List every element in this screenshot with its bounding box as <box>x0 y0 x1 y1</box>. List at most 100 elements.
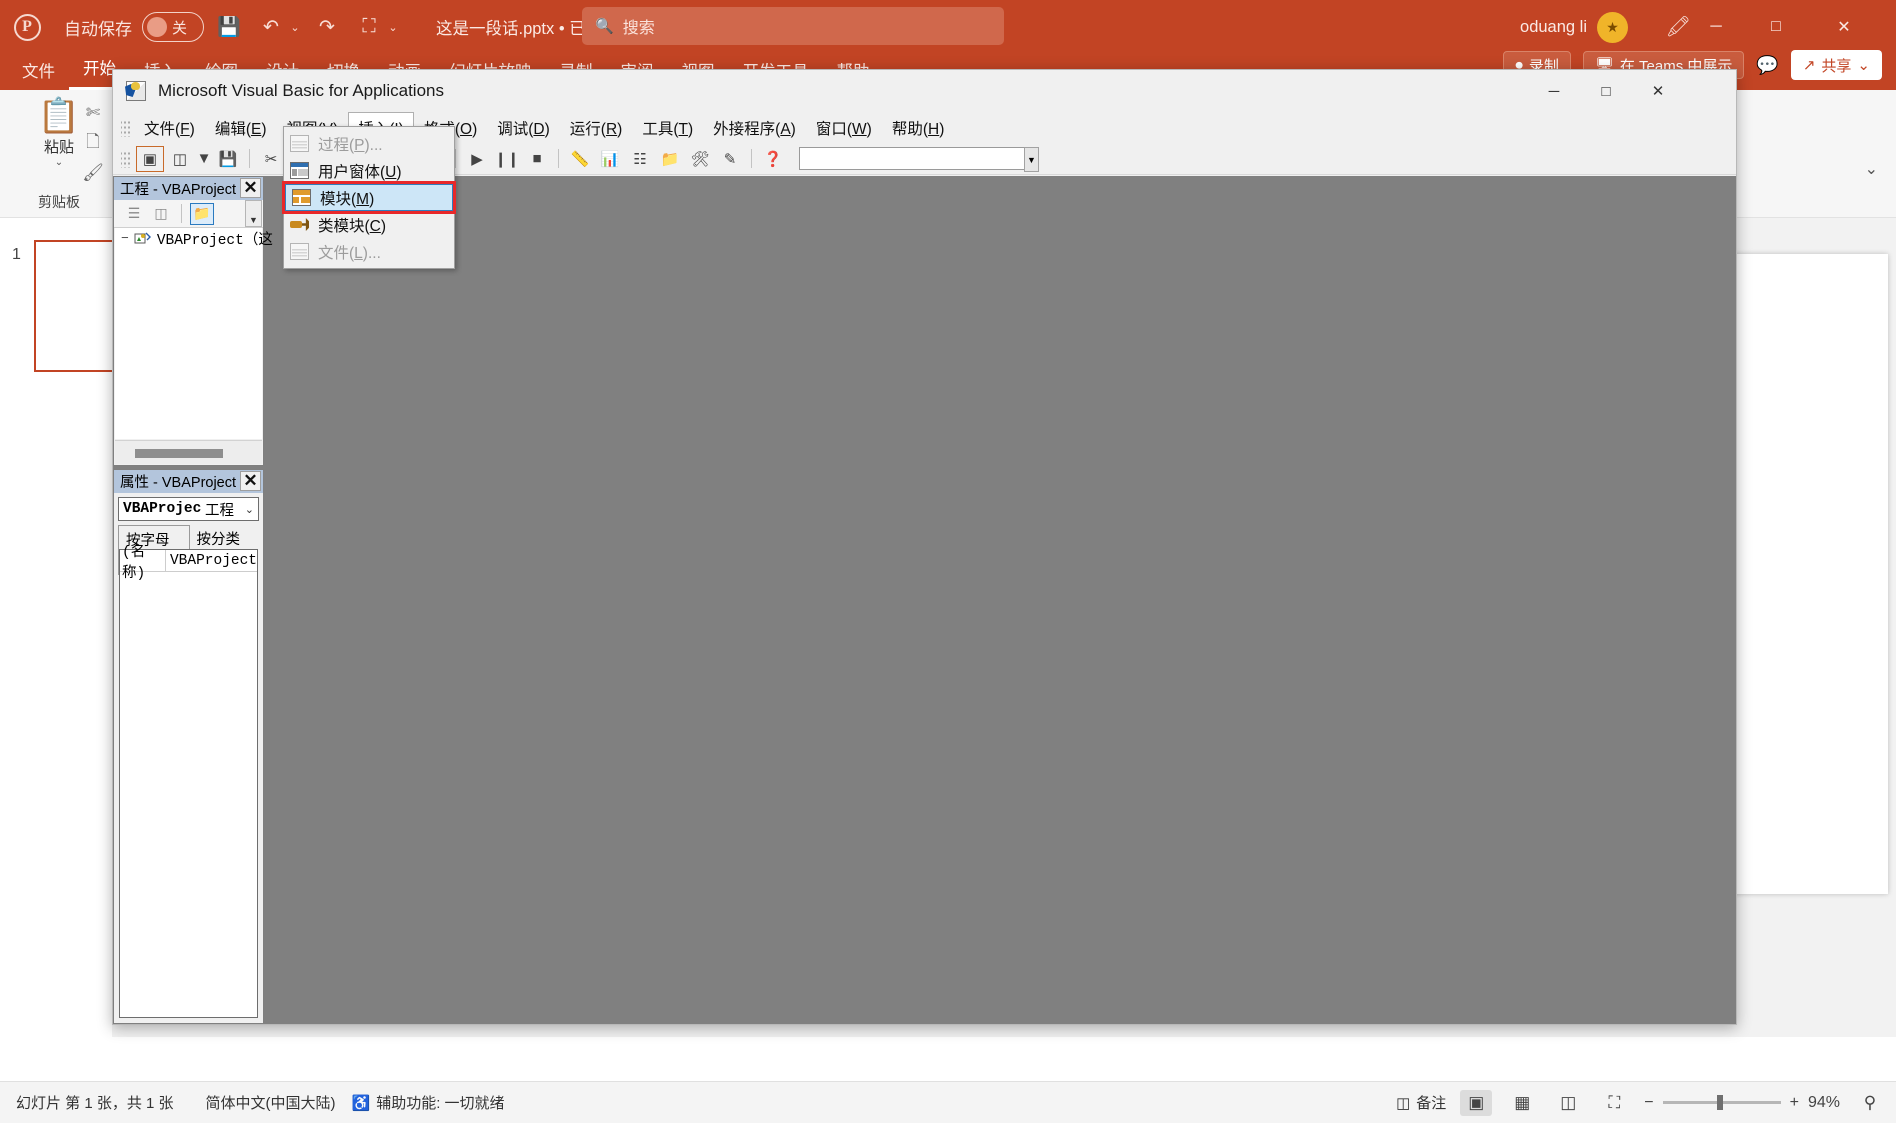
normal-view-icon[interactable]: ▣ <box>1460 1089 1493 1116</box>
digital-signature-icon[interactable]: ✎ <box>716 146 744 172</box>
copy-icon[interactable]: 🗋 <box>78 128 108 158</box>
notes-icon: ◫ <box>1396 1094 1411 1112</box>
powerpoint-maximize-button[interactable]: □ <box>1746 0 1806 54</box>
language-label[interactable]: 简体中文(中国大陆) <box>206 1092 336 1113</box>
view-object-icon[interactable]: ◫ <box>149 203 173 225</box>
properties-pane-title-bar[interactable]: 属性 - VBAProject ✕ <box>114 470 263 493</box>
run-icon[interactable]: ▶ <box>463 146 491 172</box>
share-button[interactable]: ↗ 共享 ⌄ <box>1790 50 1882 80</box>
toolbox-icon[interactable]: 🛠 <box>686 146 714 172</box>
insert-menu-item-2[interactable]: 模块(M) <box>282 181 456 214</box>
property-value[interactable]: VBAProject <box>166 550 257 571</box>
properties-window-icon[interactable]: ☷ <box>626 146 654 172</box>
project-tree-horizontal-scrollbar[interactable] <box>115 440 262 464</box>
help-icon[interactable]: ❓ <box>759 146 787 172</box>
zoom-slider[interactable] <box>1662 1095 1781 1110</box>
chevron-down-icon[interactable]: ⌄ <box>245 503 254 516</box>
vba-menu-6[interactable]: 运行(R) <box>560 112 633 144</box>
vba-mdi-client-area[interactable]: 工程 - VBAProject ✕ ☰ ◫ 📁 ▼ − VBAProject（这… <box>113 176 1736 1024</box>
user-name: oduang li <box>1520 18 1587 36</box>
insert-menu-item-label: 模块(M) <box>320 190 375 208</box>
save-icon[interactable]: 💾 <box>212 10 246 44</box>
start-presentation-icon[interactable]: ⛶ <box>352 10 386 44</box>
project-pane-title-bar[interactable]: 工程 - VBAProject ✕ <box>114 177 263 200</box>
customize-toolbar-caret[interactable]: ⌄ <box>386 21 400 34</box>
vba-menu-0[interactable]: 文件(F) <box>134 112 205 144</box>
scrollbar-thumb[interactable] <box>135 449 223 458</box>
search-placeholder: 搜索 <box>622 20 655 37</box>
tree-expander[interactable]: − <box>121 231 129 246</box>
search-box[interactable]: 🔍 搜索 <box>582 7 1004 45</box>
vba-maximize-button[interactable]: □ <box>1580 70 1632 112</box>
account-area[interactable]: oduang li ★ <box>1520 12 1628 43</box>
undo-icon[interactable]: ↶ <box>254 10 288 44</box>
project-tree[interactable]: − VBAProject（这 <box>115 228 273 439</box>
undo-dropdown-caret[interactable]: ⌄ <box>288 21 302 34</box>
properties-object-combo[interactable]: VBAProject 工程 ⌄ <box>118 497 259 521</box>
tree-item-vbaproject[interactable]: − VBAProject（这 <box>115 228 273 249</box>
toolbar-separator <box>455 149 456 168</box>
design-mode-icon[interactable]: 📏 <box>566 146 594 172</box>
vba-menu-10[interactable]: 帮助(H) <box>882 112 955 144</box>
position-indicator[interactable]: ▼ <box>799 147 1039 172</box>
insert-menu-item-1[interactable]: 用户窗体(U) <box>284 157 454 184</box>
paste-icon: 📋 <box>37 97 81 135</box>
vba-menu-1[interactable]: 编辑(E) <box>205 112 277 144</box>
project-explorer-icon[interactable]: 📊 <box>596 146 624 172</box>
vba-menu-9[interactable]: 窗口(W) <box>806 112 882 144</box>
cut-icon[interactable]: ✂ <box>257 146 285 172</box>
notes-button[interactable]: ◫ 备注 <box>1396 1092 1446 1113</box>
format-painter-icon[interactable]: 🖌 <box>78 158 108 188</box>
slideshow-icon[interactable]: ⛶ <box>1598 1090 1630 1116</box>
ribbon-tab-0[interactable]: 文件 <box>8 54 69 90</box>
zoom-out-button[interactable]: − <box>1644 1094 1653 1112</box>
insert-menu-dropdown: 过程(P)... 用户窗体(U) 模块(M) 类模块(C) 文件(L)... <box>282 126 456 269</box>
slide-sorter-icon[interactable]: ▦ <box>1506 1090 1538 1116</box>
autosave-toggle[interactable]: 关 <box>142 12 204 42</box>
avatar[interactable]: ★ <box>1597 12 1628 43</box>
insert-menu-item-label: 用户窗体(U) <box>318 163 402 181</box>
zoom-slider-knob[interactable] <box>1716 1095 1723 1110</box>
reading-view-icon[interactable]: ◫ <box>1552 1090 1584 1116</box>
vba-window-title: Microsoft Visual Basic for Applications <box>158 81 444 100</box>
properties-grid[interactable]: (名称) VBAProject <box>119 545 258 1018</box>
view-host-icon[interactable]: ▣ <box>136 145 164 172</box>
chevron-down-icon[interactable]: ⌄ <box>1865 159 1878 179</box>
vba-menu-5[interactable]: 调试(D) <box>487 112 560 144</box>
vba-close-button[interactable]: ✕ <box>1632 70 1684 112</box>
zoom-in-button[interactable]: + <box>1790 1094 1799 1112</box>
menu-grip-handle[interactable] <box>121 118 130 137</box>
reset-icon[interactable]: ■ <box>523 146 551 172</box>
fit-to-window-icon[interactable]: ⚲ <box>1854 1090 1886 1116</box>
comments-icon[interactable]: 💬 <box>1756 55 1778 76</box>
toggle-folders-icon[interactable]: 📁 <box>190 202 214 225</box>
insert-dropdown-caret[interactable]: ▼ <box>196 146 212 172</box>
vba-menu-8[interactable]: 外接程序(A) <box>703 112 806 144</box>
break-icon[interactable]: ❙❙ <box>493 146 521 172</box>
properties-row[interactable]: (名称) VBAProject <box>120 545 257 582</box>
accessibility-status[interactable]: ♿ 辅助功能: 一切就绪 <box>352 1092 505 1113</box>
object-browser-icon[interactable]: 📁 <box>656 146 684 172</box>
save-icon[interactable]: 💾 <box>214 146 242 172</box>
toolbar-grip-handle[interactable] <box>121 149 130 168</box>
powerpoint-minimize-button[interactable]: ─ <box>1686 0 1746 54</box>
properties-pane-close-button[interactable]: ✕ <box>240 471 261 491</box>
status-bar-right: ◫ 备注 ▣ ▦ ◫ ⛶ − + 94% ⚲ <box>1380 1089 1886 1116</box>
scroll-up-icon[interactable]: ▼ <box>245 200 262 227</box>
vba-menu-7[interactable]: 工具(T) <box>632 112 703 144</box>
project-pane-close-button[interactable]: ✕ <box>240 178 261 198</box>
powerpoint-close-button[interactable]: ✕ <box>1814 0 1874 54</box>
toolbar-separator <box>249 149 250 168</box>
vba-minimize-button[interactable]: ─ <box>1528 70 1580 112</box>
properties-pane: 属性 - VBAProject ✕ VBAProject 工程 ⌄ 按字母序 按… <box>113 469 264 1024</box>
zoom-level-label[interactable]: 94% <box>1808 1094 1840 1112</box>
view-code-icon[interactable]: ☰ <box>122 203 146 225</box>
position-dropdown-caret[interactable]: ▼ <box>1024 147 1039 172</box>
zoom-control[interactable]: − + 94% <box>1644 1094 1840 1112</box>
insert-menu-item-3[interactable]: 类模块(C) <box>284 211 454 238</box>
paste-dropdown-caret[interactable]: ⌄ <box>55 157 63 168</box>
redo-icon[interactable]: ↷ <box>310 10 344 44</box>
insert-object-icon[interactable]: ◫ <box>166 146 194 172</box>
scissors-icon[interactable]: ✄ <box>78 98 108 128</box>
toolbar-separator <box>181 204 182 223</box>
